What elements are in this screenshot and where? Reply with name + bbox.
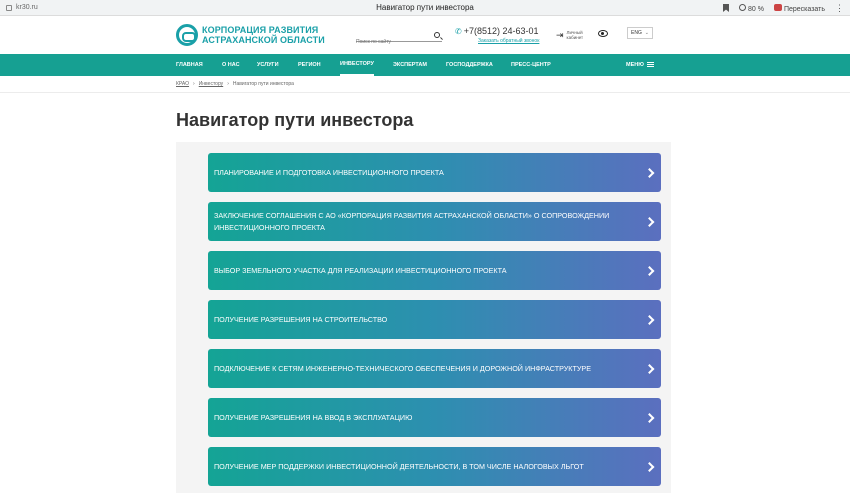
- language-value: ENG: [631, 30, 642, 36]
- page-title: Навигатор пути инвестора: [176, 110, 414, 130]
- chevron-right-icon: [644, 461, 655, 472]
- breadcrumb: КРАО › Инвестору › Навигатор пути инвестора: [176, 81, 294, 87]
- nav-item-about[interactable]: О нас: [222, 54, 240, 76]
- logo-icon: [176, 24, 198, 46]
- breadcrumb-separator-icon: ›: [193, 81, 195, 87]
- step-label: Получение разрешения на ввод в эксплуата…: [214, 412, 413, 422]
- translate-icon: [773, 3, 782, 11]
- step-item[interactable]: Получение разрешения на строительство: [208, 300, 661, 339]
- search-box: [356, 30, 442, 45]
- chevron-right-icon: [644, 265, 655, 276]
- breadcrumb-home[interactable]: КРАО: [176, 81, 189, 87]
- hamburger-icon: [646, 62, 654, 68]
- chevron-right-icon: [644, 167, 655, 178]
- step-item[interactable]: Выбор земельного участка для реализации …: [208, 251, 661, 290]
- menu-button[interactable]: МЕНЮ: [626, 54, 654, 76]
- step-item[interactable]: Получение разрешения на ввод в эксплуата…: [208, 398, 661, 437]
- translate-button[interactable]: Пересказать: [773, 3, 825, 13]
- site-header: КОРПОРАЦИЯ РАЗВИТИЯ АСТРАХАНСКОЙ ОБЛАСТИ…: [0, 16, 850, 53]
- callback-link[interactable]: Заказать обратный звонок: [478, 38, 539, 44]
- zoom-icon: [738, 3, 746, 11]
- chevron-right-icon: [644, 412, 655, 423]
- main-nav: Главная О нас Услуги Регион Инвестору Эк…: [0, 54, 850, 76]
- cabinet-label-2: кабинет: [566, 35, 584, 40]
- divider: [0, 92, 850, 93]
- logo-line-2: АСТРАХАНСКОЙ ОБЛАСТИ: [202, 35, 325, 45]
- chevron-right-icon: [644, 314, 655, 325]
- step-label: Заключение соглашения с АО «Корпорация р…: [214, 210, 610, 232]
- step-label: Подключение к сетям инженерно-техническо…: [214, 363, 592, 373]
- accessibility-eye-icon[interactable]: [598, 30, 608, 37]
- chevron-right-icon: [644, 216, 655, 227]
- zoom-indicator[interactable]: 80 %: [738, 3, 764, 13]
- step-label: Получение мер поддержки инвестиционной д…: [214, 461, 584, 471]
- logo-line-1: КОРПОРАЦИЯ РАЗВИТИЯ: [202, 25, 319, 35]
- step-item[interactable]: Заключение соглашения с АО «Корпорация р…: [208, 202, 661, 241]
- nav-item-investor[interactable]: Инвестору: [340, 54, 374, 76]
- step-label: Планирование и подготовка инвестиционног…: [214, 167, 444, 177]
- personal-cabinet-link[interactable]: ⇥ Личный кабинет: [556, 30, 583, 40]
- step-label: Выбор земельного участка для реализации …: [214, 265, 507, 275]
- zoom-level: 80 %: [747, 5, 764, 13]
- phone-icon: ✆: [455, 27, 462, 36]
- search-input[interactable]: [356, 39, 426, 45]
- nav-item-experts[interactable]: Экспертам: [393, 54, 427, 76]
- chevron-down-icon: ⌄: [644, 30, 649, 36]
- search-icon[interactable]: [434, 32, 440, 38]
- phone-number[interactable]: ✆ +7(8512) 24-63-01: [455, 26, 539, 36]
- language-select[interactable]: ENG ⌄: [627, 27, 653, 39]
- nav-item-press-center[interactable]: Пресс-центр: [511, 54, 551, 76]
- nav-item-services[interactable]: Услуги: [257, 54, 279, 76]
- breadcrumb-investor[interactable]: Инвестору: [199, 81, 223, 87]
- browser-toolbar: kr30.ru Навигатор пути инвестора 80 % Пе…: [0, 0, 850, 16]
- chevron-right-icon: [644, 363, 655, 374]
- nav-item-region[interactable]: Регион: [298, 54, 321, 76]
- phone-text: +7(8512) 24-63-01: [463, 26, 539, 36]
- breadcrumb-separator-icon: ›: [227, 81, 229, 87]
- translate-label: Пересказать: [783, 5, 825, 13]
- site-logo[interactable]: КОРПОРАЦИЯ РАЗВИТИЯ АСТРАХАНСКОЙ ОБЛАСТИ: [176, 24, 325, 46]
- step-item[interactable]: Планирование и подготовка инвестиционног…: [208, 153, 661, 192]
- step-item[interactable]: Получение мер поддержки инвестиционной д…: [208, 447, 661, 486]
- breadcrumb-current: Навигатор пути инвестора: [232, 81, 294, 87]
- nav-item-home[interactable]: Главная: [176, 54, 203, 76]
- menu-label: МЕНЮ: [626, 62, 644, 68]
- step-label: Получение разрешения на строительство: [214, 314, 388, 324]
- login-icon: ⇥: [556, 29, 564, 40]
- step-item[interactable]: Подключение к сетям инженерно-техническо…: [208, 349, 661, 388]
- nav-item-gov-support[interactable]: Господдержка: [446, 54, 493, 76]
- more-menu-icon[interactable]: ⋮: [835, 3, 844, 14]
- investor-steps-list: Планирование и подготовка инвестиционног…: [176, 142, 671, 493]
- bookmark-icon[interactable]: [722, 4, 729, 12]
